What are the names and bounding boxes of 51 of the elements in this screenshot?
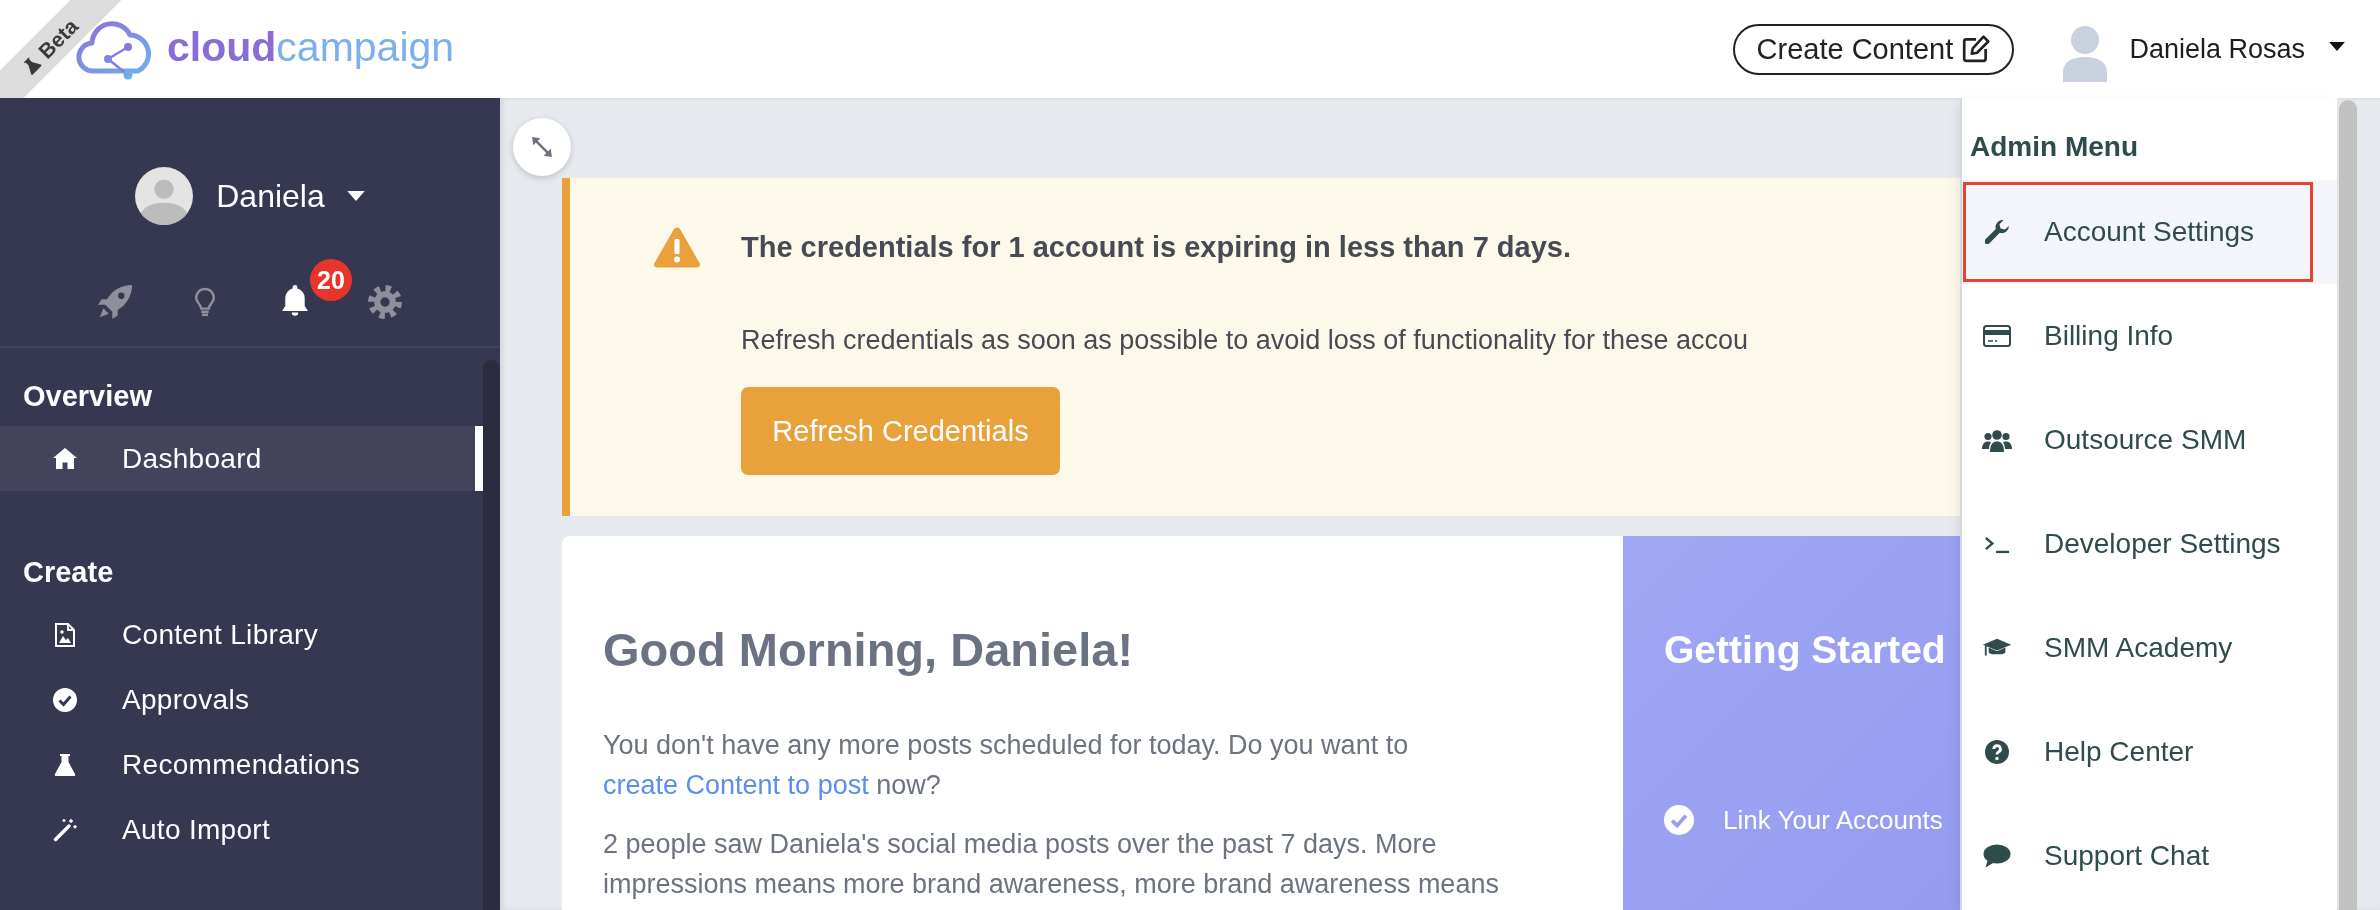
create-content-button[interactable]: Create Content <box>1733 23 2015 75</box>
nav-section-title: Create <box>23 555 114 590</box>
menu-item[interactable]: SMM Academy <box>1962 596 2337 700</box>
check-circle-icon <box>53 687 77 712</box>
getting-started-title: Getting Started <box>1664 627 1946 673</box>
terminal-icon <box>1984 534 2010 554</box>
menu-item[interactable]: Developer Settings <box>1962 492 2337 596</box>
flask-icon <box>54 752 76 777</box>
user-menu-button[interactable]: Daniela Rosas <box>2129 33 2345 65</box>
nav-section-title: Overview <box>23 379 152 414</box>
help-icon <box>1985 740 2009 764</box>
lightbulb-icon[interactable] <box>194 285 216 319</box>
credit-card-icon <box>1983 325 2011 347</box>
scrollbar-track[interactable] <box>483 360 500 910</box>
nav-item[interactable]: Dashboard <box>0 426 483 491</box>
graduation-cap-icon <box>1982 637 2012 659</box>
expand-icon <box>531 136 553 158</box>
avatar-icon <box>135 167 194 225</box>
greeting-heading: Good Morning, Daniela! <box>603 622 1134 678</box>
rocket-icon[interactable] <box>98 285 132 319</box>
alert-title: The credentials for 1 account is expiring in less than 7 days. <box>741 230 1571 265</box>
brand-wordmark: cloudcampaign <box>167 26 455 68</box>
menu-item[interactable]: Support Chat <box>1962 804 2337 908</box>
magic-wand-icon <box>53 817 77 842</box>
warning-icon <box>653 226 701 268</box>
user-avatar-icon <box>2062 24 2109 82</box>
notification-badge: 20 <box>310 259 352 301</box>
gear-icon[interactable] <box>368 285 402 319</box>
menu-item[interactable]: Outsource SMM <box>1962 388 2337 492</box>
nav-item[interactable]: Recommendations <box>0 732 483 797</box>
caret-icon <box>2329 41 2345 51</box>
menu-title: Admin Menu <box>1970 130 2138 164</box>
edit-icon <box>1961 34 1992 64</box>
people-icon <box>1982 428 2012 452</box>
image-file-icon <box>55 622 75 647</box>
wrench-icon <box>1985 220 2009 244</box>
profile-menu-button[interactable]: Daniela <box>216 177 365 215</box>
schedule-message: You don't have any more posts scheduled for today. Do you want to create Content to post now? <box>603 729 1410 802</box>
scrollbar-thumb[interactable] <box>2339 100 2357 910</box>
speech-bubble-icon <box>1983 844 2011 868</box>
caret-icon <box>346 191 365 201</box>
alert-message: Refresh credentials as soon as possible to avoid loss of functionality for these accou <box>741 324 1749 357</box>
reach-summary: 2 people saw Daniela's social media posts over the past 7 days. More impressions means more brand awareness, more brand awareness means <box>603 828 1500 901</box>
menu-item[interactable]: Account Settings <box>1962 180 2337 284</box>
home-icon <box>53 448 77 469</box>
expand-button[interactable] <box>513 118 571 176</box>
nav-item[interactable]: Auto Import <box>0 797 483 862</box>
menu-item[interactable]: Billing Info <box>1962 284 2337 388</box>
menu-item[interactable]: Help Center <box>1962 700 2337 804</box>
nav-item[interactable]: Approvals <box>0 667 483 732</box>
nav-item[interactable]: Content Library <box>0 602 483 667</box>
